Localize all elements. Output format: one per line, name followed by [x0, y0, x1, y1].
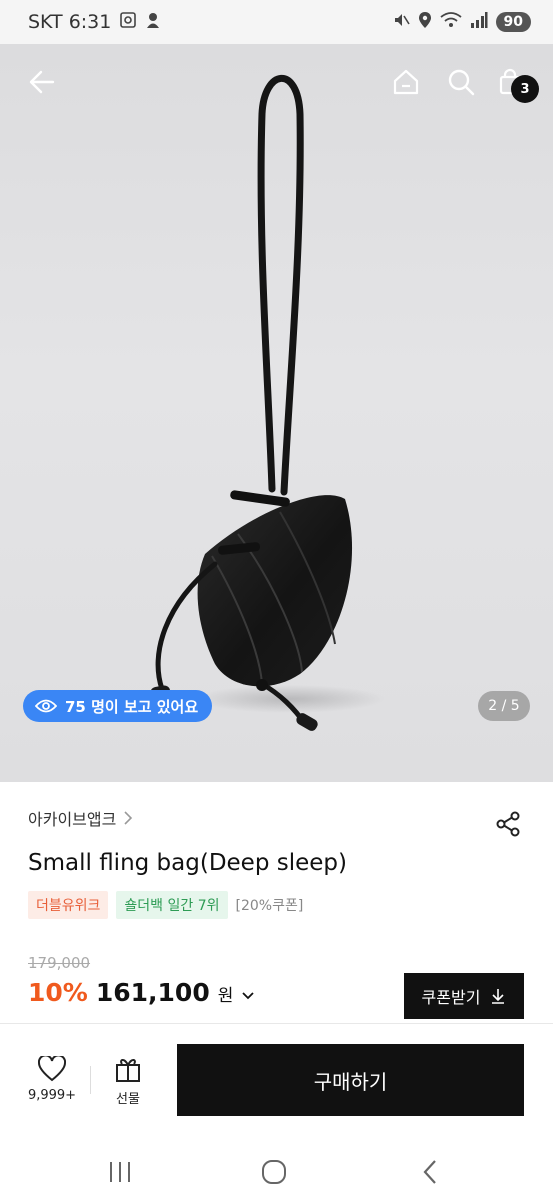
status-right: 90	[392, 11, 531, 33]
discount-rate: 10%	[28, 978, 88, 1007]
gift-label: 선물	[116, 1092, 140, 1107]
section-divider	[0, 1023, 553, 1024]
tag-double-u-week: 더블유위크	[28, 891, 109, 919]
status-bar: SKT 6:31 90	[0, 0, 553, 44]
app-notification-icon	[145, 11, 161, 34]
live-viewers-badge: 75 명이 보고 있어요	[23, 690, 213, 722]
home-circle-icon	[262, 1160, 286, 1184]
wifi-icon	[439, 11, 462, 33]
top-navigation	[0, 44, 553, 116]
sale-price: 161,100	[95, 978, 210, 1007]
price-row[interactable]: 10% 161,100 원	[28, 978, 255, 1007]
back-button[interactable]	[22, 62, 62, 102]
gift-icon	[116, 1059, 140, 1082]
product-tags: 더블유위크 숄더백 일간 7위 [20%쿠폰]	[28, 891, 303, 919]
tag-ranking: 숄더백 일간 7위	[116, 891, 228, 919]
signal-icon	[470, 11, 488, 33]
location-icon	[418, 11, 432, 33]
eye-icon	[35, 699, 57, 713]
search-icon	[448, 69, 475, 96]
like-button[interactable]: 9,999+	[22, 1056, 82, 1103]
viewers-text: 75 명이 보고 있어요	[65, 697, 199, 716]
product-title: Small fling bag(Deep sleep)	[28, 850, 347, 876]
share-button[interactable]	[492, 808, 524, 840]
home-icon	[393, 69, 419, 95]
cart-count-badge: 3	[511, 75, 539, 103]
battery-indicator: 90	[495, 12, 531, 32]
gift-button[interactable]: 선물	[104, 1056, 152, 1107]
image-page-indicator: 2 / 5	[478, 691, 530, 721]
coupon-button-label: 쿠폰받기	[421, 988, 481, 1007]
like-count: 9,999+	[27, 1088, 77, 1103]
system-navigation-bar	[0, 1140, 553, 1200]
home-button[interactable]	[386, 62, 426, 102]
recent-apps-button[interactable]	[100, 1152, 140, 1192]
currency-label: 원	[217, 986, 234, 1006]
status-left: SKT 6:31	[28, 11, 161, 34]
product-image-gallery[interactable]: 3 75 명이 보고 있어요 2 / 5	[0, 44, 553, 782]
original-price: 179,000	[28, 954, 91, 972]
system-back-button[interactable]	[410, 1152, 450, 1192]
carrier-time: SKT 6:31	[28, 11, 112, 33]
chevron-right-icon	[124, 811, 133, 825]
mute-icon	[392, 11, 410, 33]
share-icon	[496, 811, 520, 837]
tag-coupon: [20%쿠폰]	[235, 898, 304, 914]
brand-name: 아카이브앱크	[28, 810, 117, 829]
chevron-down-icon	[242, 992, 254, 1000]
brand-link[interactable]: 아카이브앱크	[28, 806, 134, 830]
buy-button[interactable]: 구매하기	[177, 1044, 524, 1116]
heart-icon	[38, 1056, 66, 1082]
product-photo	[150, 74, 385, 731]
get-coupon-button[interactable]: 쿠폰받기	[404, 973, 524, 1019]
screenshot-icon	[119, 11, 137, 34]
action-divider	[90, 1066, 91, 1094]
arrow-left-icon	[29, 70, 55, 94]
system-home-button[interactable]	[254, 1152, 294, 1192]
search-button[interactable]	[441, 62, 481, 102]
back-chevron-icon	[423, 1160, 436, 1184]
download-icon	[492, 989, 505, 1004]
recent-apps-icon	[110, 1162, 130, 1182]
